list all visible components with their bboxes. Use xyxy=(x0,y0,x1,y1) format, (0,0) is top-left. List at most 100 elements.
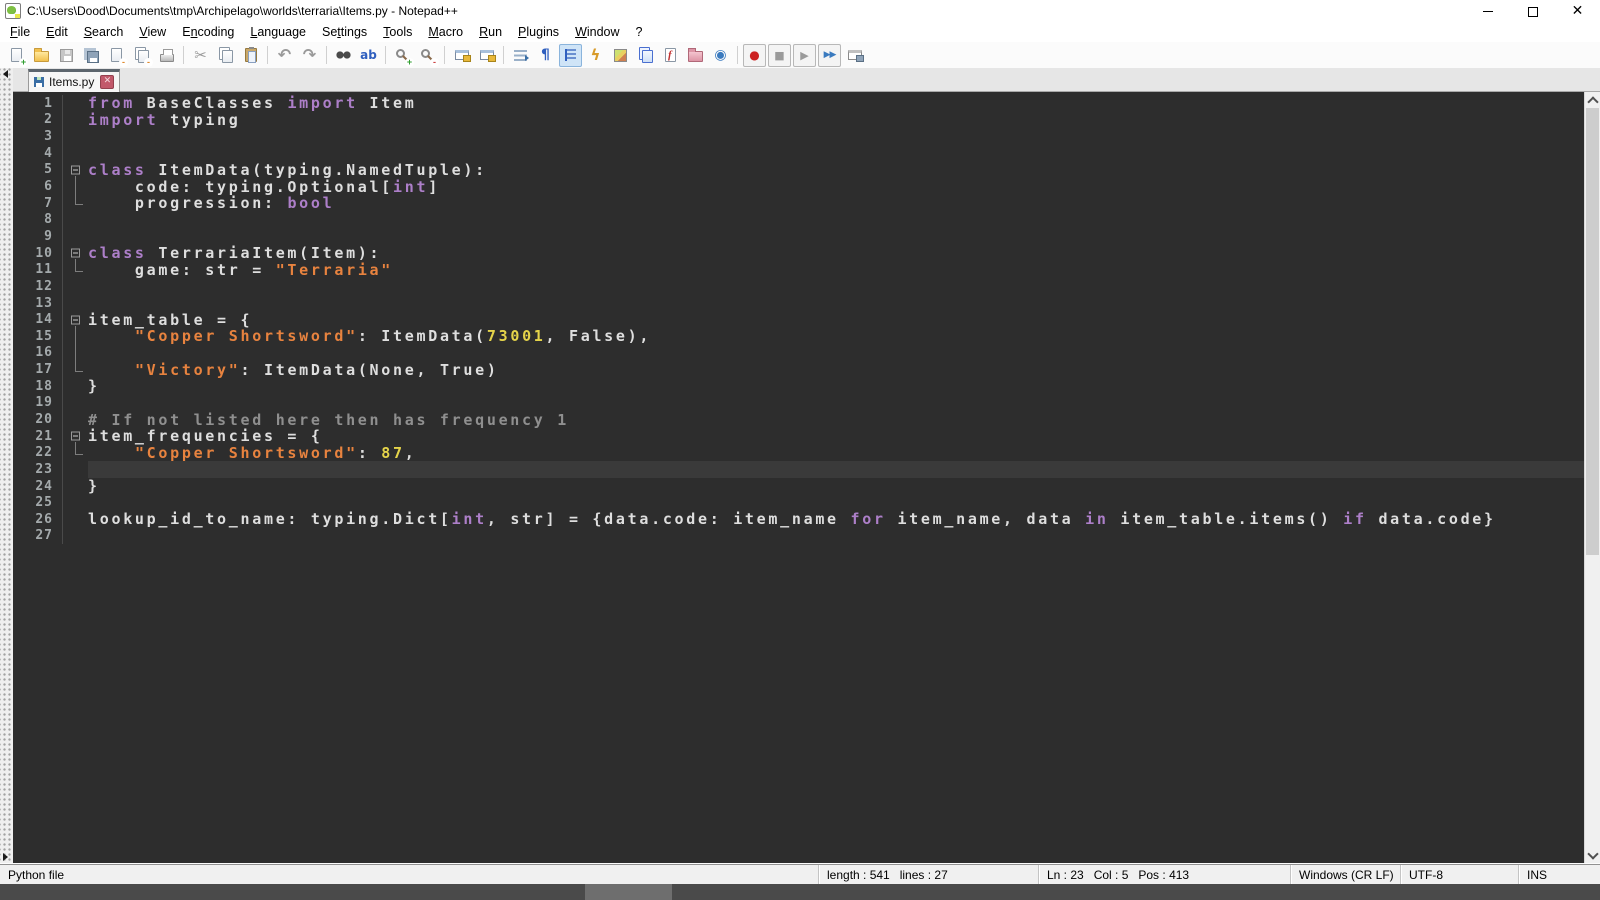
macro-stop-recording-button[interactable]: ■ xyxy=(768,44,791,67)
find-button[interactable] xyxy=(332,44,355,67)
code-line-13[interactable]: 13 xyxy=(13,295,1584,312)
menu-language[interactable]: Language xyxy=(242,23,314,41)
function-list-button[interactable]: ϟ xyxy=(584,44,607,67)
function-list-panel-button[interactable]: f xyxy=(659,44,682,67)
document-map-button[interactable] xyxy=(609,44,632,67)
restore-button[interactable] xyxy=(1510,0,1555,22)
show-all-characters-button[interactable]: ¶ xyxy=(534,44,557,67)
code-line-1[interactable]: 1from BaseClasses import Item xyxy=(13,95,1584,112)
code-line-24[interactable]: 24} xyxy=(13,478,1584,495)
undo-button[interactable]: ↶ xyxy=(273,44,296,67)
scroll-up-icon[interactable] xyxy=(1585,92,1600,108)
line-number: 2 xyxy=(13,112,63,129)
scrollbar-thumb[interactable] xyxy=(1586,108,1599,555)
folder-as-workspace-button[interactable] xyxy=(684,44,707,67)
menu-macro[interactable]: Macro xyxy=(420,23,471,41)
fold-collapse-icon[interactable] xyxy=(63,245,88,262)
fold-collapse-icon[interactable] xyxy=(63,162,88,179)
save-file-button[interactable] xyxy=(55,44,78,67)
document-list-button[interactable] xyxy=(634,44,657,67)
code-line-20[interactable]: 20# If not listed here then has frequenc… xyxy=(13,411,1584,428)
vertical-scrollbar[interactable] xyxy=(1584,92,1600,863)
code-line-23[interactable]: 23 xyxy=(13,461,1584,478)
code-line-18[interactable]: 18} xyxy=(13,378,1584,395)
code-line-14[interactable]: 14item_table = { xyxy=(13,311,1584,328)
word-wrap-button[interactable] xyxy=(509,44,532,67)
menu-settings[interactable]: Settings xyxy=(314,23,375,41)
code-line-15[interactable]: 15 "Copper Shortsword": ItemData(73001, … xyxy=(13,328,1584,345)
code-line-10[interactable]: 10class TerrariaItem(Item): xyxy=(13,245,1584,262)
code-text: "Copper Shortsword": ItemData(73001, Fal… xyxy=(88,328,1584,345)
save-all-button[interactable] xyxy=(80,44,103,67)
code-editor[interactable]: 1from BaseClasses import Item2import typ… xyxy=(13,92,1584,863)
macro-playback-button[interactable]: ▶ xyxy=(793,44,816,67)
replace-button[interactable]: ab xyxy=(357,44,380,67)
sync-horizontal-scrolling-button[interactable] xyxy=(475,44,498,67)
code-line-21[interactable]: 21item_frequencies = { xyxy=(13,428,1584,445)
code-line-12[interactable]: 12 xyxy=(13,278,1584,295)
code-text: item_frequencies = { xyxy=(88,428,1584,445)
open-file-button[interactable] xyxy=(30,44,53,67)
tab-close-icon[interactable]: ✕ xyxy=(100,75,114,89)
code-line-4[interactable]: 4 xyxy=(13,145,1584,162)
monitoring-button[interactable]: ◉ xyxy=(709,44,732,67)
status-length-lines: length : 541 lines : 27 xyxy=(818,865,1038,884)
code-line-7[interactable]: 7 progression: bool xyxy=(13,195,1584,212)
grip-bottom-arrow-icon[interactable] xyxy=(3,853,8,861)
minimize-button[interactable] xyxy=(1465,0,1510,22)
macro-run-multiple-times-button[interactable]: ▶▶ xyxy=(818,44,841,67)
code-line-22[interactable]: 22 "Copper Shortsword": 87, xyxy=(13,444,1584,461)
zoom-in-badge: + xyxy=(405,58,414,67)
zoom-out-button[interactable]: - xyxy=(416,44,439,67)
code-line-25[interactable]: 25 xyxy=(13,494,1584,511)
menu-search[interactable]: Search xyxy=(76,23,132,41)
app-icon xyxy=(5,3,21,19)
menu-view[interactable]: View xyxy=(131,23,174,41)
code-line-3[interactable]: 3 xyxy=(13,128,1584,145)
code-line-17[interactable]: 17 "Victory": ItemData(None, True) xyxy=(13,361,1584,378)
redo-button[interactable]: ↷ xyxy=(298,44,321,67)
code-line-16[interactable]: 16 xyxy=(13,345,1584,362)
code-line-19[interactable]: 19 xyxy=(13,395,1584,412)
macro-save-recorded-button[interactable] xyxy=(843,44,866,67)
code-line-8[interactable]: 8 xyxy=(13,211,1584,228)
close-all-button[interactable]: - xyxy=(130,44,153,67)
code-text xyxy=(88,228,1584,245)
macro-start-recording-button[interactable]: ● xyxy=(743,44,766,67)
menu-window[interactable]: Window xyxy=(567,23,627,41)
paste-button[interactable] xyxy=(239,44,262,67)
menu-help[interactable]: ? xyxy=(628,23,651,41)
code-line-2[interactable]: 2import typing xyxy=(13,112,1584,129)
zoom-in-button[interactable]: + xyxy=(391,44,414,67)
grip-top-arrow-icon[interactable] xyxy=(3,70,8,78)
cut-button[interactable]: ✂ xyxy=(189,44,212,67)
menu-file[interactable]: File xyxy=(2,23,38,41)
code-line-26[interactable]: 26lookup_id_to_name: typing.Dict[int, st… xyxy=(13,511,1584,528)
new-file-button[interactable]: + xyxy=(5,44,28,67)
menu-tools[interactable]: Tools xyxy=(375,23,420,41)
code-line-6[interactable]: 6 code: typing.Optional[int] xyxy=(13,178,1584,195)
show-indent-guide-button[interactable] xyxy=(559,44,582,67)
menu-plugins[interactable]: Plugins xyxy=(510,23,567,41)
scroll-down-icon[interactable] xyxy=(1585,847,1600,863)
code-line-9[interactable]: 9 xyxy=(13,228,1584,245)
code-line-5[interactable]: 5class ItemData(typing.NamedTuple): xyxy=(13,162,1584,179)
fold-collapse-icon[interactable] xyxy=(63,428,88,445)
restore-icon xyxy=(1528,7,1538,17)
print-button[interactable] xyxy=(155,44,178,67)
fold-collapse-icon[interactable] xyxy=(63,311,88,328)
close-button[interactable]: ✕ xyxy=(1555,0,1600,22)
sync-vertical-scrolling-button[interactable] xyxy=(450,44,473,67)
line-number: 19 xyxy=(13,395,63,412)
code-line-11[interactable]: 11 game: str = "Terraria" xyxy=(13,261,1584,278)
menu-encoding[interactable]: Encoding xyxy=(174,23,242,41)
copy-button[interactable] xyxy=(214,44,237,67)
dock-grip[interactable] xyxy=(0,68,13,863)
code-line-27[interactable]: 27 xyxy=(13,528,1584,545)
close-file-button[interactable]: - xyxy=(105,44,128,67)
code-text xyxy=(88,278,1584,295)
menu-run[interactable]: Run xyxy=(471,23,510,41)
cut-icon: ✂ xyxy=(194,48,207,63)
tab-items-py[interactable]: Items.py ✕ xyxy=(28,69,120,92)
menu-edit[interactable]: Edit xyxy=(38,23,76,41)
